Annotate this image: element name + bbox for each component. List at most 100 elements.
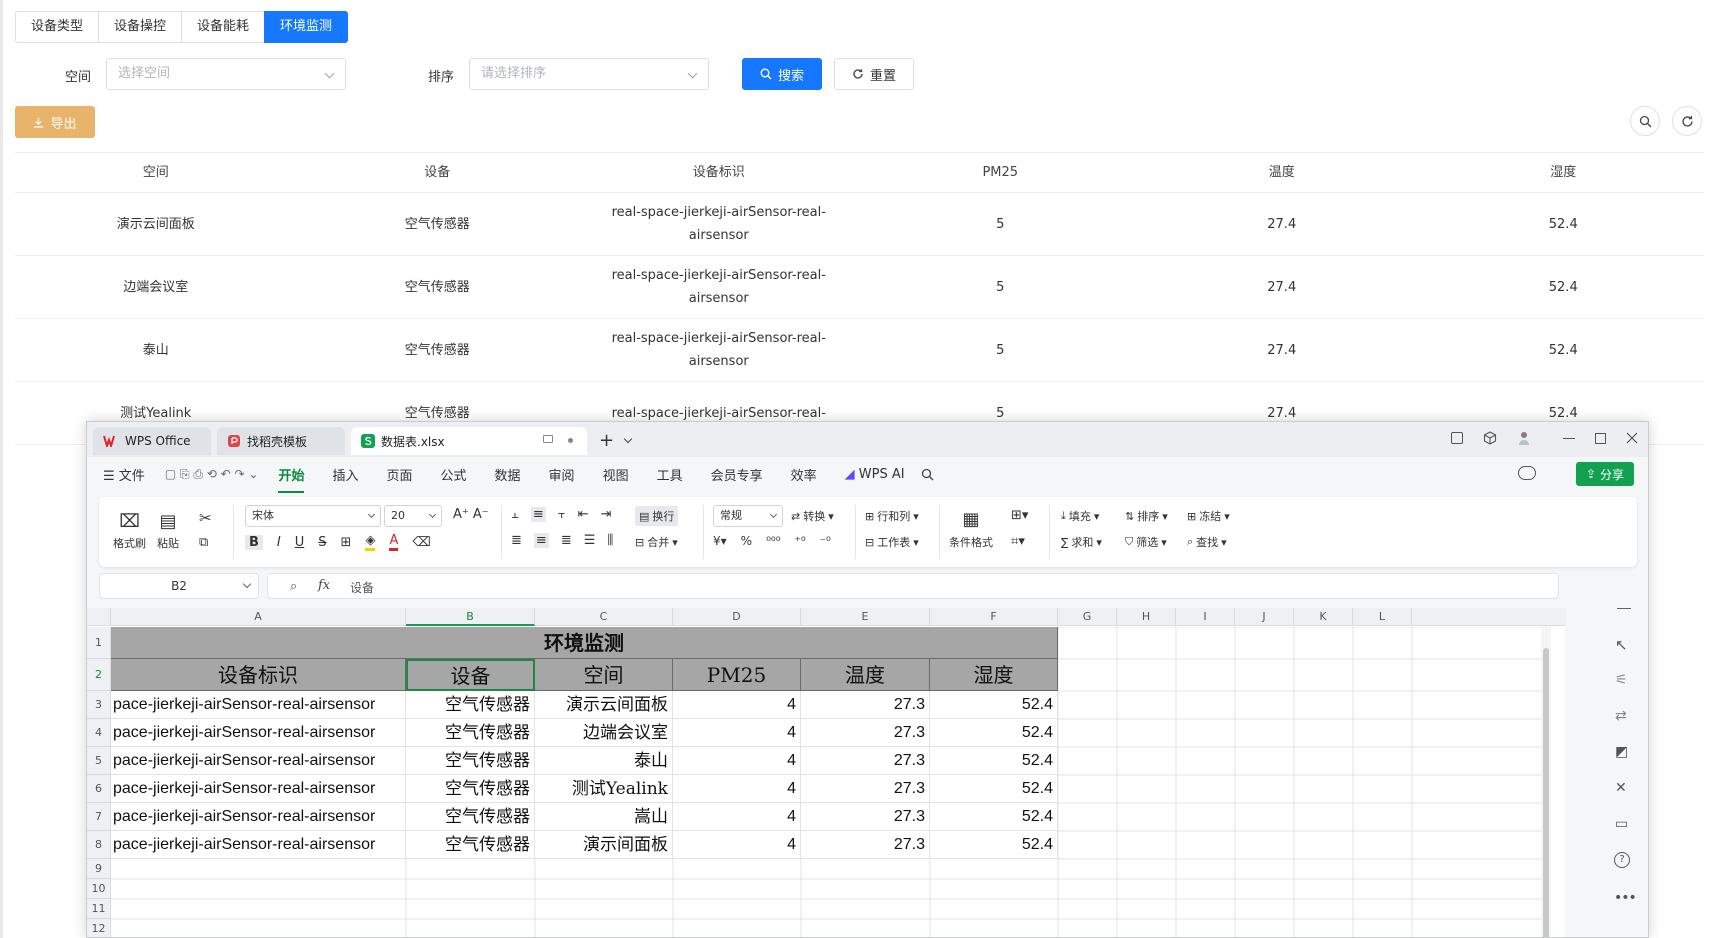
selected-cell-b2[interactable]: 设备 [406,659,535,691]
layout-icon[interactable] [1451,432,1463,444]
menu-wps-ai[interactable]: ◢ WPS AI [831,467,919,482]
sheet-header-cell[interactable]: PM25 [673,659,801,691]
align-center-icon[interactable]: ≡ [533,533,549,548]
format-painter-button[interactable]: ⌧ 格式刷 [113,511,146,551]
sheet-cell[interactable]: 4 [673,747,801,775]
row-header[interactable]: 10 [87,879,111,899]
menu-member[interactable]: 会员专享 [697,465,777,484]
column-header-k[interactable]: K [1294,608,1353,626]
sheet-cell[interactable]: 52.4 [930,691,1058,719]
transfer-icon[interactable]: ⇄ [1615,708,1627,724]
maximize-icon[interactable] [1595,432,1606,444]
share-button[interactable]: ⇪ 分享 [1576,462,1634,486]
name-box[interactable]: B2 [99,573,259,599]
sheet-header-cell[interactable]: 空间 [535,659,673,691]
sheet-cell[interactable]: 52.4 [930,831,1058,859]
row-col-button[interactable]: ⊞ 行和列 ▾ [865,508,919,524]
indent-decrease-icon[interactable]: ⇤ [578,507,589,522]
row-header[interactable]: 7 [87,803,111,831]
sheet-cell[interactable]: 27.3 [801,691,930,719]
column-header-g[interactable]: G [1058,608,1117,626]
increase-decimal-icon[interactable]: ⁺⁰ [795,534,806,548]
more-icon[interactable]: ••• [1614,890,1637,906]
column-header-b[interactable]: B [406,608,535,626]
menu-view[interactable]: 视图 [589,465,643,484]
crop-icon[interactable]: ⌗▾ [1011,534,1025,549]
menu-home[interactable]: 开始 [264,465,318,493]
export-button[interactable]: 导出 [15,106,95,138]
sheet-cell[interactable]: 泰山 [535,747,673,775]
book-icon[interactable]: ▭ [1615,816,1628,832]
sheet-cell[interactable]: 嵩山 [535,803,673,831]
sort-button[interactable]: ⇅ 排序 ▾ [1125,508,1168,524]
sheet-cell[interactable]: 边端会议室 [535,719,673,747]
column-header-l[interactable]: L [1353,608,1412,626]
sheet-cell[interactable]: 演示云间面板 [535,691,673,719]
menu-review[interactable]: 审阅 [535,465,589,484]
cut-icon[interactable]: ✂ [199,509,212,527]
collapse-icon[interactable] [1617,608,1631,609]
row-header[interactable]: 1 [87,627,111,659]
tab-device-energy[interactable]: 设备能耗 [181,11,266,43]
search-button[interactable]: 搜索 [742,58,822,90]
cell-style-icon[interactable]: ⊞▾ [1011,508,1028,523]
chevron-down-icon[interactable] [623,434,633,444]
avatar-icon[interactable] [1517,430,1531,446]
row-header[interactable]: 5 [87,747,111,775]
sort-select[interactable]: 请选择排序 [469,58,709,90]
sheet-cell[interactable]: 27.3 [801,831,930,859]
menu-page[interactable]: 页面 [373,465,427,484]
font-name-select[interactable]: 宋体 [245,505,381,527]
pointer-icon[interactable]: ↖ [1615,636,1628,654]
sheet-cell[interactable]: pace-jierkeji-airSensor-real-airsensor [111,831,406,859]
tab-device-control[interactable]: 设备操控 [98,11,183,43]
thousands-icon[interactable]: ⁰⁰⁰ [766,534,780,548]
fill-button[interactable]: ⤓ 填充 ▾ [1061,508,1099,524]
reset-button[interactable]: 重置 [834,58,914,90]
sheet-cell[interactable]: 52.4 [930,747,1058,775]
row-header[interactable]: 2 [87,659,111,691]
decrease-decimal-icon[interactable]: ⁻⁰ [820,534,831,548]
sheet-cell[interactable]: 空气传感器 [406,803,535,831]
column-header-j[interactable]: J [1235,608,1294,626]
italic-icon[interactable]: I [277,535,281,550]
tools-icon[interactable]: ✕ [1615,780,1627,796]
align-bottom-icon[interactable]: ⫟ [558,507,566,522]
align-left-icon[interactable]: ≣ [511,533,522,548]
sheet-cell[interactable]: 空气传感器 [406,691,535,719]
filter-button[interactable]: ⛉ 筛选 ▾ [1125,534,1167,550]
sheet-cell[interactable]: 27.3 [801,747,930,775]
column-header-i[interactable]: I [1176,608,1235,626]
justify-icon[interactable]: ☰ [584,533,596,548]
wrap-text-button[interactable]: ▤ 换行 [635,506,679,526]
table-refresh-button[interactable] [1672,106,1702,136]
sheet-cell[interactable]: pace-jierkeji-airSensor-real-airsensor [111,747,406,775]
fill-color-icon[interactable]: ◈ [365,533,376,551]
select-all-corner[interactable] [87,608,111,626]
freeze-button[interactable]: ⊞ 冻结 ▾ [1187,508,1230,524]
sheet-cell[interactable]: 52.4 [930,803,1058,831]
tab-device-type[interactable]: 设备类型 [15,11,100,43]
menu-formula[interactable]: 公式 [427,465,481,484]
number-format-select[interactable]: 常规 [713,505,783,527]
sheet-cell[interactable]: pace-jierkeji-airSensor-real-airsensor [111,775,406,803]
sheet-cell[interactable]: pace-jierkeji-airSensor-real-airsensor [111,719,406,747]
conditional-format-button[interactable]: ▦ 条件格式 [949,509,993,550]
sheet-header-cell[interactable]: 温度 [801,659,930,691]
zoom-icon[interactable]: ⌕ [290,579,297,594]
indent-increase-icon[interactable]: ⇥ [601,507,612,522]
scrollbar-thumb[interactable] [1543,648,1549,937]
sheet-cell[interactable]: 4 [673,775,801,803]
row-header[interactable]: 12 [87,919,111,937]
formula-input[interactable]: ⌕ fx 设备 [267,573,1559,599]
minimize-icon[interactable] [1563,437,1575,439]
sheet-cell[interactable]: 空气传感器 [406,775,535,803]
cube-icon[interactable] [1483,431,1497,445]
row-header[interactable]: 8 [87,831,111,859]
distributed-icon[interactable]: ⫼ [607,533,613,548]
sheet-cell[interactable]: 空气传感器 [406,747,535,775]
close-icon[interactable] [1626,432,1638,444]
sheet-cell[interactable]: 4 [673,831,801,859]
vertical-scrollbar[interactable] [1541,626,1551,937]
sheet-cell[interactable]: 4 [673,803,801,831]
